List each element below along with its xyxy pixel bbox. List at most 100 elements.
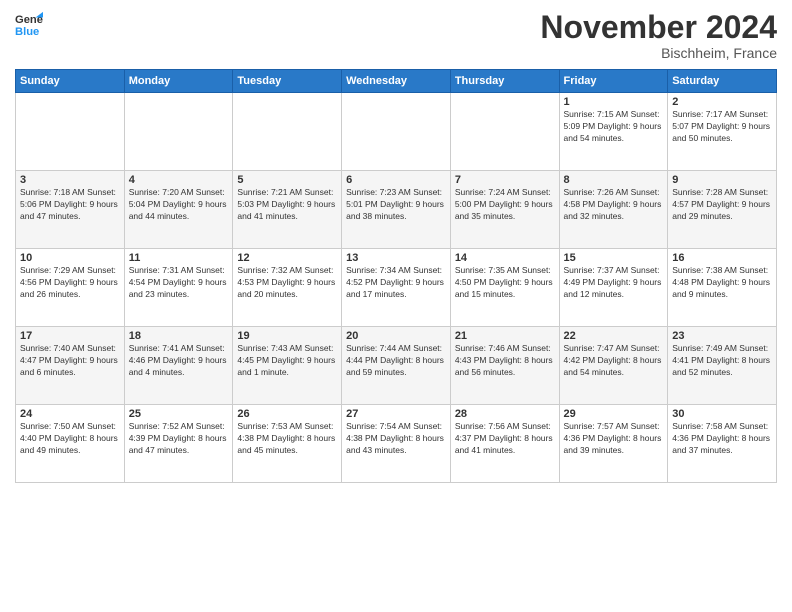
col-sunday: Sunday	[16, 70, 125, 93]
table-row: 24Sunrise: 7:50 AM Sunset: 4:40 PM Dayli…	[16, 405, 125, 483]
day-number: 15	[564, 252, 664, 264]
day-info: Sunrise: 7:32 AM Sunset: 4:53 PM Dayligh…	[237, 265, 337, 301]
table-row: 30Sunrise: 7:58 AM Sunset: 4:36 PM Dayli…	[668, 405, 777, 483]
table-row: 21Sunrise: 7:46 AM Sunset: 4:43 PM Dayli…	[450, 327, 559, 405]
day-info: Sunrise: 7:26 AM Sunset: 4:58 PM Dayligh…	[564, 187, 664, 223]
calendar-week-row: 24Sunrise: 7:50 AM Sunset: 4:40 PM Dayli…	[16, 405, 777, 483]
day-number: 4	[129, 174, 229, 186]
day-info: Sunrise: 7:54 AM Sunset: 4:38 PM Dayligh…	[346, 421, 446, 457]
day-info: Sunrise: 7:28 AM Sunset: 4:57 PM Dayligh…	[672, 187, 772, 223]
day-number: 7	[455, 174, 555, 186]
day-number: 19	[237, 330, 337, 342]
day-number: 13	[346, 252, 446, 264]
day-info: Sunrise: 7:44 AM Sunset: 4:44 PM Dayligh…	[346, 343, 446, 379]
day-number: 5	[237, 174, 337, 186]
day-info: Sunrise: 7:31 AM Sunset: 4:54 PM Dayligh…	[129, 265, 229, 301]
calendar-header-row: Sunday Monday Tuesday Wednesday Thursday…	[16, 70, 777, 93]
table-row: 17Sunrise: 7:40 AM Sunset: 4:47 PM Dayli…	[16, 327, 125, 405]
day-info: Sunrise: 7:47 AM Sunset: 4:42 PM Dayligh…	[564, 343, 664, 379]
table-row: 11Sunrise: 7:31 AM Sunset: 4:54 PM Dayli…	[124, 249, 233, 327]
table-row: 23Sunrise: 7:49 AM Sunset: 4:41 PM Dayli…	[668, 327, 777, 405]
day-info: Sunrise: 7:40 AM Sunset: 4:47 PM Dayligh…	[20, 343, 120, 379]
day-number: 23	[672, 330, 772, 342]
day-info: Sunrise: 7:49 AM Sunset: 4:41 PM Dayligh…	[672, 343, 772, 379]
day-number: 25	[129, 408, 229, 420]
day-info: Sunrise: 7:57 AM Sunset: 4:36 PM Dayligh…	[564, 421, 664, 457]
day-number: 29	[564, 408, 664, 420]
calendar-week-row: 17Sunrise: 7:40 AM Sunset: 4:47 PM Dayli…	[16, 327, 777, 405]
day-number: 3	[20, 174, 120, 186]
day-info: Sunrise: 7:38 AM Sunset: 4:48 PM Dayligh…	[672, 265, 772, 301]
day-number: 17	[20, 330, 120, 342]
table-row: 6Sunrise: 7:23 AM Sunset: 5:01 PM Daylig…	[342, 171, 451, 249]
day-number: 1	[564, 96, 664, 108]
day-info: Sunrise: 7:46 AM Sunset: 4:43 PM Dayligh…	[455, 343, 555, 379]
day-number: 9	[672, 174, 772, 186]
day-info: Sunrise: 7:41 AM Sunset: 4:46 PM Dayligh…	[129, 343, 229, 379]
table-row: 8Sunrise: 7:26 AM Sunset: 4:58 PM Daylig…	[559, 171, 668, 249]
col-friday: Friday	[559, 70, 668, 93]
day-number: 21	[455, 330, 555, 342]
day-number: 28	[455, 408, 555, 420]
day-info: Sunrise: 7:35 AM Sunset: 4:50 PM Dayligh…	[455, 265, 555, 301]
table-row: 7Sunrise: 7:24 AM Sunset: 5:00 PM Daylig…	[450, 171, 559, 249]
table-row	[233, 93, 342, 171]
col-thursday: Thursday	[450, 70, 559, 93]
title-block: November 2024 Bischheim, France	[540, 10, 777, 61]
table-row: 19Sunrise: 7:43 AM Sunset: 4:45 PM Dayli…	[233, 327, 342, 405]
table-row: 25Sunrise: 7:52 AM Sunset: 4:39 PM Dayli…	[124, 405, 233, 483]
table-row: 12Sunrise: 7:32 AM Sunset: 4:53 PM Dayli…	[233, 249, 342, 327]
table-row: 28Sunrise: 7:56 AM Sunset: 4:37 PM Dayli…	[450, 405, 559, 483]
col-wednesday: Wednesday	[342, 70, 451, 93]
day-number: 14	[455, 252, 555, 264]
table-row	[450, 93, 559, 171]
day-number: 18	[129, 330, 229, 342]
logo: General Blue	[15, 10, 43, 38]
day-info: Sunrise: 7:50 AM Sunset: 4:40 PM Dayligh…	[20, 421, 120, 457]
table-row: 29Sunrise: 7:57 AM Sunset: 4:36 PM Dayli…	[559, 405, 668, 483]
table-row: 9Sunrise: 7:28 AM Sunset: 4:57 PM Daylig…	[668, 171, 777, 249]
table-row: 4Sunrise: 7:20 AM Sunset: 5:04 PM Daylig…	[124, 171, 233, 249]
col-monday: Monday	[124, 70, 233, 93]
day-number: 2	[672, 96, 772, 108]
header: General Blue November 2024 Bischheim, Fr…	[15, 10, 777, 61]
day-number: 24	[20, 408, 120, 420]
day-number: 20	[346, 330, 446, 342]
day-info: Sunrise: 7:20 AM Sunset: 5:04 PM Dayligh…	[129, 187, 229, 223]
day-number: 10	[20, 252, 120, 264]
day-info: Sunrise: 7:23 AM Sunset: 5:01 PM Dayligh…	[346, 187, 446, 223]
day-info: Sunrise: 7:53 AM Sunset: 4:38 PM Dayligh…	[237, 421, 337, 457]
table-row: 13Sunrise: 7:34 AM Sunset: 4:52 PM Dayli…	[342, 249, 451, 327]
day-number: 27	[346, 408, 446, 420]
table-row	[124, 93, 233, 171]
table-row: 1Sunrise: 7:15 AM Sunset: 5:09 PM Daylig…	[559, 93, 668, 171]
table-row: 20Sunrise: 7:44 AM Sunset: 4:44 PM Dayli…	[342, 327, 451, 405]
day-info: Sunrise: 7:15 AM Sunset: 5:09 PM Dayligh…	[564, 109, 664, 145]
table-row	[342, 93, 451, 171]
svg-text:Blue: Blue	[15, 26, 39, 38]
table-row: 18Sunrise: 7:41 AM Sunset: 4:46 PM Dayli…	[124, 327, 233, 405]
day-info: Sunrise: 7:37 AM Sunset: 4:49 PM Dayligh…	[564, 265, 664, 301]
day-number: 8	[564, 174, 664, 186]
col-tuesday: Tuesday	[233, 70, 342, 93]
table-row: 15Sunrise: 7:37 AM Sunset: 4:49 PM Dayli…	[559, 249, 668, 327]
table-row: 27Sunrise: 7:54 AM Sunset: 4:38 PM Dayli…	[342, 405, 451, 483]
day-info: Sunrise: 7:34 AM Sunset: 4:52 PM Dayligh…	[346, 265, 446, 301]
table-row: 26Sunrise: 7:53 AM Sunset: 4:38 PM Dayli…	[233, 405, 342, 483]
calendar-week-row: 1Sunrise: 7:15 AM Sunset: 5:09 PM Daylig…	[16, 93, 777, 171]
day-info: Sunrise: 7:56 AM Sunset: 4:37 PM Dayligh…	[455, 421, 555, 457]
day-info: Sunrise: 7:18 AM Sunset: 5:06 PM Dayligh…	[20, 187, 120, 223]
table-row: 14Sunrise: 7:35 AM Sunset: 4:50 PM Dayli…	[450, 249, 559, 327]
day-info: Sunrise: 7:24 AM Sunset: 5:00 PM Dayligh…	[455, 187, 555, 223]
table-row: 16Sunrise: 7:38 AM Sunset: 4:48 PM Dayli…	[668, 249, 777, 327]
day-info: Sunrise: 7:58 AM Sunset: 4:36 PM Dayligh…	[672, 421, 772, 457]
day-number: 30	[672, 408, 772, 420]
day-info: Sunrise: 7:21 AM Sunset: 5:03 PM Dayligh…	[237, 187, 337, 223]
month-title: November 2024	[540, 10, 777, 45]
location: Bischheim, France	[540, 45, 777, 61]
calendar-page: General Blue November 2024 Bischheim, Fr…	[0, 0, 792, 612]
table-row: 2Sunrise: 7:17 AM Sunset: 5:07 PM Daylig…	[668, 93, 777, 171]
table-row: 3Sunrise: 7:18 AM Sunset: 5:06 PM Daylig…	[16, 171, 125, 249]
day-number: 26	[237, 408, 337, 420]
day-number: 6	[346, 174, 446, 186]
